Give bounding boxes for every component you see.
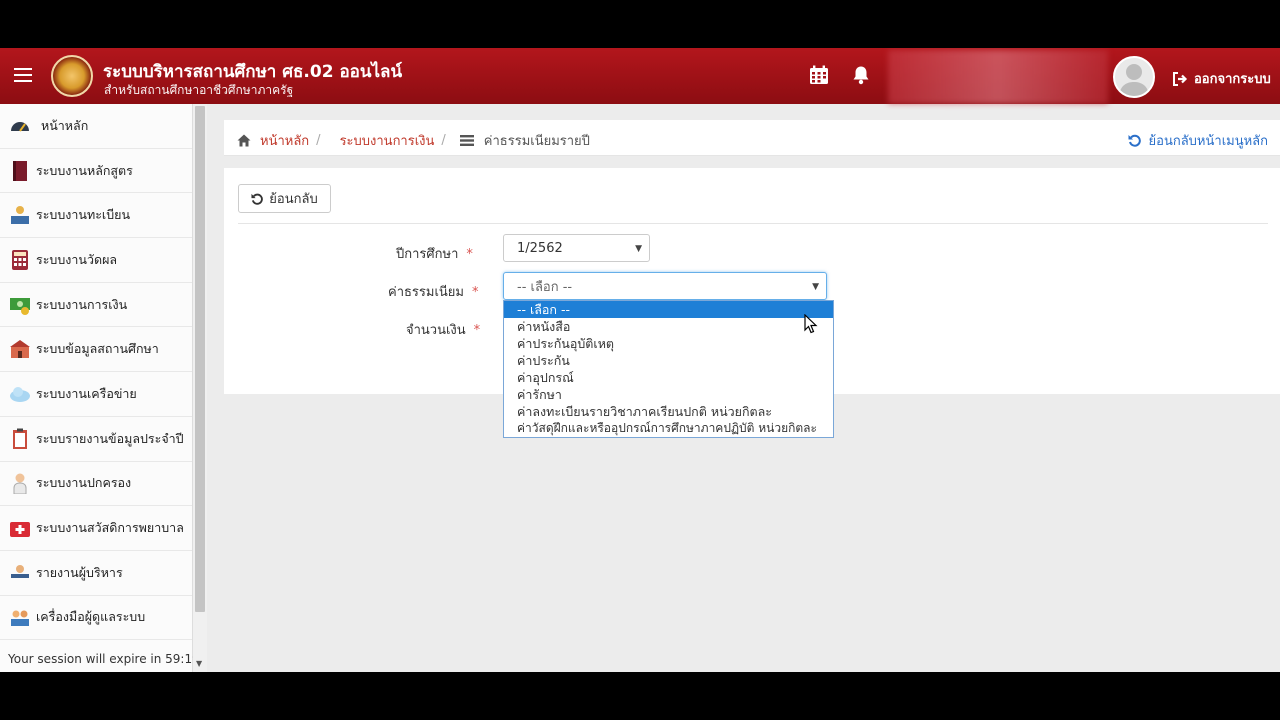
breadcrumb-finance[interactable]: ระบบงานการเงิน bbox=[340, 130, 435, 151]
sidebar-item-label: หน้าหลัก bbox=[41, 117, 89, 133]
session-timer: Your session will expire in 59:19 bbox=[8, 652, 200, 666]
institution-logo bbox=[51, 55, 93, 97]
sidebar-item-label: ระบบงานปกครอง bbox=[36, 475, 132, 491]
breadcrumb-home[interactable]: หน้าหลัก bbox=[260, 130, 309, 151]
chevron-down-icon: ▼ bbox=[812, 282, 819, 292]
sidebar-item-label: ระบบงานหลักสูตร bbox=[36, 162, 133, 178]
calculator-icon bbox=[12, 249, 28, 270]
sidebar-item-label: ระบบรายงานข้อมูลประจำปี bbox=[36, 430, 184, 446]
first-aid-kit-icon bbox=[10, 522, 30, 538]
sidebar-item-label: รายงานผู้บริหาร bbox=[36, 564, 123, 580]
amount-label-text: จำนวนเงิน bbox=[406, 323, 466, 338]
sidebar-item-label: ระบบงานเครือข่าย bbox=[36, 385, 137, 401]
scroll-thumb[interactable] bbox=[195, 106, 205, 612]
menu-icon[interactable] bbox=[14, 68, 32, 82]
sidebar-item-label: เครื่องมือผู้ดูแลระบบ bbox=[36, 609, 146, 625]
sidebar: หน้าหลัก ระบบงานหลักสูตร ระบบงานทะเบียน … bbox=[0, 104, 193, 672]
list-icon bbox=[459, 135, 474, 146]
required-mark: * bbox=[466, 247, 473, 262]
back-button[interactable]: ย้อนกลับ bbox=[238, 184, 331, 213]
required-mark: * bbox=[471, 285, 479, 300]
fee-option-course-registration[interactable]: ค่าลงทะเบียนรายวิชาภาคเรียนปกติ หน่วยกิต… bbox=[504, 403, 833, 420]
breadcrumb-separator: / bbox=[441, 133, 446, 148]
home-icon bbox=[237, 134, 251, 147]
fee-option-books[interactable]: ค่าหนังสือ bbox=[504, 318, 833, 335]
mouse-cursor-icon bbox=[804, 314, 818, 334]
app-window: ระบบบริหารสถานศึกษา ศธ.02 ออนไลน์ สำหรับ… bbox=[0, 48, 1280, 672]
avatar[interactable] bbox=[1113, 56, 1155, 98]
sidebar-item-admin-tools[interactable]: เครื่องมือผู้ดูแลระบบ bbox=[0, 596, 192, 641]
sidebar-item-label: ระบบงานการเงิน bbox=[36, 296, 128, 312]
sidebar-item-home[interactable]: หน้าหลัก bbox=[0, 104, 192, 149]
breadcrumb: หน้าหลัก / ระบบงานการเงิน / ค่าธรรมเนียม… bbox=[224, 120, 1280, 156]
fee-select-value: -- เลือก -- bbox=[517, 279, 573, 295]
cloud-icon bbox=[10, 386, 30, 402]
fee-option-medical[interactable]: ค่ารักษา bbox=[504, 386, 833, 403]
top-header: ระบบบริหารสถานศึกษา ศธ.02 ออนไลน์ สำหรับ… bbox=[0, 48, 1280, 104]
student-desk-icon bbox=[11, 206, 29, 225]
executive-report-icon bbox=[11, 564, 29, 578]
fee-label-text: ค่าธรรมเนียม bbox=[388, 285, 464, 300]
sidebar-item-label: ระบบงานวัดผล bbox=[36, 251, 118, 267]
sidebar-item-discipline[interactable]: ระบบงานปกครอง bbox=[0, 462, 192, 507]
blurred-user-info bbox=[888, 50, 1108, 104]
fee-option-select[interactable]: -- เลือก -- bbox=[504, 301, 833, 318]
academic-year-label-text: ปีการศึกษา bbox=[396, 247, 459, 262]
academic-year-select[interactable]: 1/2562 ▼ bbox=[503, 234, 650, 262]
divider bbox=[238, 223, 1268, 224]
breadcrumb-current: ค่าธรรมเนียมรายปี bbox=[483, 134, 590, 149]
fee-option-insurance[interactable]: ค่าประกัน bbox=[504, 352, 833, 369]
academic-year-value: 1/2562 bbox=[517, 240, 563, 256]
money-icon bbox=[10, 297, 30, 315]
sidebar-item-curriculum[interactable]: ระบบงานหลักสูตร bbox=[0, 149, 192, 194]
fee-dropdown-list: -- เลือก -- ค่าหนังสือ ค่าประกันอุบัติเห… bbox=[503, 300, 834, 438]
sidebar-item-network[interactable]: ระบบงานเครือข่าย bbox=[0, 372, 192, 417]
sidebar-item-finance[interactable]: ระบบงานการเงิน bbox=[0, 283, 192, 328]
fee-option-accident-insurance[interactable]: ค่าประกันอุบัติเหตุ bbox=[504, 335, 833, 352]
sidebar-item-executive-report[interactable]: รายงานผู้บริหาร bbox=[0, 551, 192, 596]
fee-label: ค่าธรรมเนียม * bbox=[388, 281, 478, 302]
amount-label: จำนวนเงิน * bbox=[406, 319, 480, 340]
clipboard-icon bbox=[13, 428, 27, 449]
sign-out-icon bbox=[1173, 71, 1188, 86]
chevron-down-icon: ▼ bbox=[635, 244, 642, 254]
sidebar-item-registration[interactable]: ระบบงานทะเบียน bbox=[0, 193, 192, 239]
logout-button[interactable]: ออกจากระบบ bbox=[1172, 68, 1271, 89]
calendar-icon[interactable] bbox=[809, 65, 829, 85]
back-button-label: ย้อนกลับ bbox=[269, 192, 318, 207]
sidebar-scrollbar[interactable]: ▼ bbox=[193, 104, 207, 672]
fee-option-equipment[interactable]: ค่าอุปกรณ์ bbox=[504, 369, 833, 386]
person-icon bbox=[13, 473, 27, 495]
fee-option-practical-materials[interactable]: ค่าวัสดุฝึกและหรืออุปกรณ์การศึกษาภาคปฏิบ… bbox=[504, 420, 833, 437]
required-mark: * bbox=[473, 323, 481, 338]
sidebar-item-label: ระบบงานทะเบียน bbox=[36, 207, 130, 223]
app-subtitle: สำหรับสถานศึกษาอาชีวศึกษาภาครัฐ bbox=[104, 83, 294, 97]
sidebar-item-health-welfare[interactable]: ระบบงานสวัสดิการพยาบาล bbox=[0, 506, 192, 551]
sidebar-item-annual-report[interactable]: ระบบรายงานข้อมูลประจำปี bbox=[0, 417, 192, 462]
book-icon bbox=[13, 160, 27, 181]
sidebar-item-label: ระบบงานสวัสดิการพยาบาล bbox=[36, 520, 184, 536]
back-to-main-menu-label: ย้อนกลับหน้าเมนูหลัก bbox=[1148, 134, 1268, 149]
sidebar-item-school-info[interactable]: ระบบข้อมูลสถานศึกษา bbox=[0, 327, 192, 373]
fee-select[interactable]: -- เลือก -- ▼ bbox=[503, 272, 827, 300]
academic-year-label: ปีการศึกษา * bbox=[396, 243, 473, 264]
scroll-down-arrow-icon[interactable]: ▼ bbox=[196, 659, 202, 668]
dashboard-gauge-icon bbox=[11, 121, 29, 132]
breadcrumb-separator: / bbox=[316, 133, 321, 148]
logout-label: ออกจากระบบ bbox=[1194, 72, 1271, 87]
undo-icon bbox=[1128, 134, 1141, 147]
sidebar-item-label: ระบบข้อมูลสถานศึกษา bbox=[36, 341, 159, 357]
school-building-icon bbox=[10, 340, 30, 359]
bell-icon[interactable] bbox=[851, 65, 871, 85]
undo-icon bbox=[251, 193, 264, 205]
back-to-main-menu-link[interactable]: ย้อนกลับหน้าเมนูหลัก bbox=[1128, 130, 1268, 151]
admin-users-icon bbox=[11, 610, 29, 627]
sidebar-item-evaluation[interactable]: ระบบงานวัดผล bbox=[0, 238, 192, 283]
